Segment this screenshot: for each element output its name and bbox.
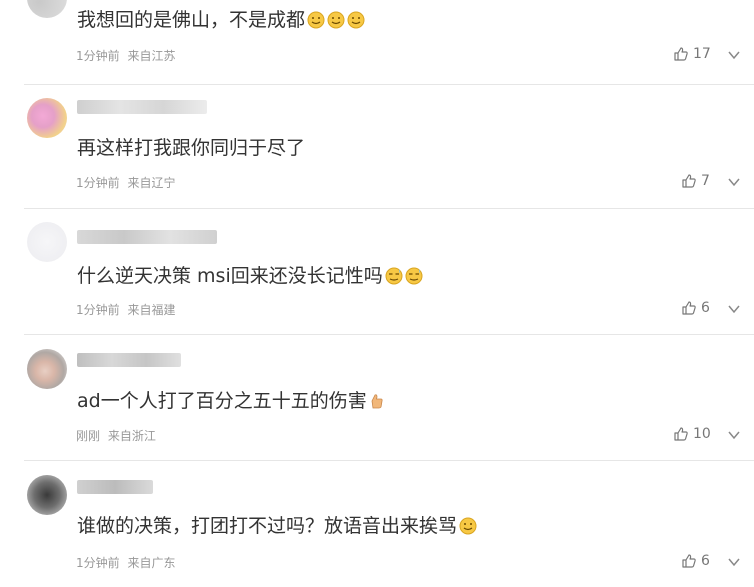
thumbs-up-icon [682,301,696,315]
chevron-down-icon[interactable] [727,175,741,189]
comment-location: 来自江苏 [127,49,176,63]
smile-emoji-icon [459,517,477,535]
comment-location: 来自浙江 [107,429,156,443]
chevron-down-icon[interactable] [727,302,741,316]
chevron-down-icon[interactable] [727,48,741,62]
sweat-emoji-icon [385,267,403,285]
like-count: 10 [693,426,711,442]
comment-text: 我想回的是佛山，不是成都 [77,8,365,32]
comment-time: 1分钟前 [76,556,120,570]
comment-time: 1分钟前 [76,176,120,190]
thumbs-up-icon [674,427,688,441]
comment-text-body: 什么逆天决策 msi回来还没长记性吗 [77,265,383,287]
comment-text: 谁做的决策，打团打不过吗？放语音出来挨骂 [77,514,477,538]
smile-emoji-icon [327,11,345,29]
comment-location: 来自辽宁 [127,176,176,190]
comment-meta: 1分钟前 来自辽宁 [76,174,175,191]
comment-text-body: 我想回的是佛山，不是成都 [77,9,306,31]
chevron-down-icon[interactable] [727,555,741,569]
comment-meta: 1分钟前 来自福建 [76,301,175,318]
like-button[interactable]: 6 [681,300,710,316]
like-count: 6 [701,553,710,569]
comment-text-body: ad一个人打了百分之五十五的伤害 [77,390,367,412]
thumbs-up-icon [682,174,696,188]
comment-text: ad一个人打了百分之五十五的伤害 [77,389,385,413]
comment-text: 什么逆天决策 msi回来还没长记性吗 [77,264,423,288]
comment-text: 再这样打我跟你同归于尽了 [77,136,305,160]
comment-meta: 1分钟前 来自江苏 [76,47,175,64]
thumbs-up-icon [674,47,688,61]
comment-item: 什么逆天决策 msi回来还没长记性吗 1分钟前 来自福建 6 [0,208,754,334]
chevron-down-icon[interactable] [727,428,741,442]
like-count: 17 [693,46,711,62]
comment-location: 来自广东 [127,556,176,570]
comment-time: 刚刚 [76,429,101,443]
comment-item: 再这样打我跟你同归于尽了 1分钟前 来自辽宁 7 [0,84,754,208]
like-button[interactable]: 17 [673,46,711,62]
username[interactable] [77,100,207,114]
thumbs-up-emoji-icon [371,394,383,409]
comment-meta: 1分钟前 来自广东 [76,554,175,571]
username[interactable] [77,353,181,367]
comment-item: 谁做的决策，打团打不过吗？放语音出来挨骂 1分钟前 来自广东 6 [0,460,754,587]
username[interactable] [77,230,217,244]
smile-emoji-icon [307,11,325,29]
avatar[interactable] [27,475,67,515]
like-button[interactable]: 6 [681,553,710,569]
smile-emoji-icon [347,11,365,29]
like-count: 7 [701,173,710,189]
comment-text-body: 再这样打我跟你同归于尽了 [77,137,306,159]
comment-time: 1分钟前 [76,303,120,317]
comment-meta: 刚刚 来自浙江 [76,427,156,444]
like-button[interactable]: 7 [681,173,710,189]
avatar[interactable] [27,98,67,138]
avatar[interactable] [27,222,67,262]
avatar[interactable] [27,0,67,18]
comment-location: 来自福建 [127,303,176,317]
like-button[interactable]: 10 [673,426,711,442]
like-count: 6 [701,300,710,316]
thumbs-up-icon [682,554,696,568]
comment-item: 我想回的是佛山，不是成都 1分钟前 来自江苏 17 [0,0,754,84]
comment-item: ad一个人打了百分之五十五的伤害 刚刚 来自浙江 10 [0,334,754,460]
sweat-emoji-icon [405,267,423,285]
avatar[interactable] [27,349,67,389]
comment-text-body: 谁做的决策，打团打不过吗？放语音出来挨骂 [77,515,458,537]
username[interactable] [77,480,153,494]
comment-time: 1分钟前 [76,49,120,63]
